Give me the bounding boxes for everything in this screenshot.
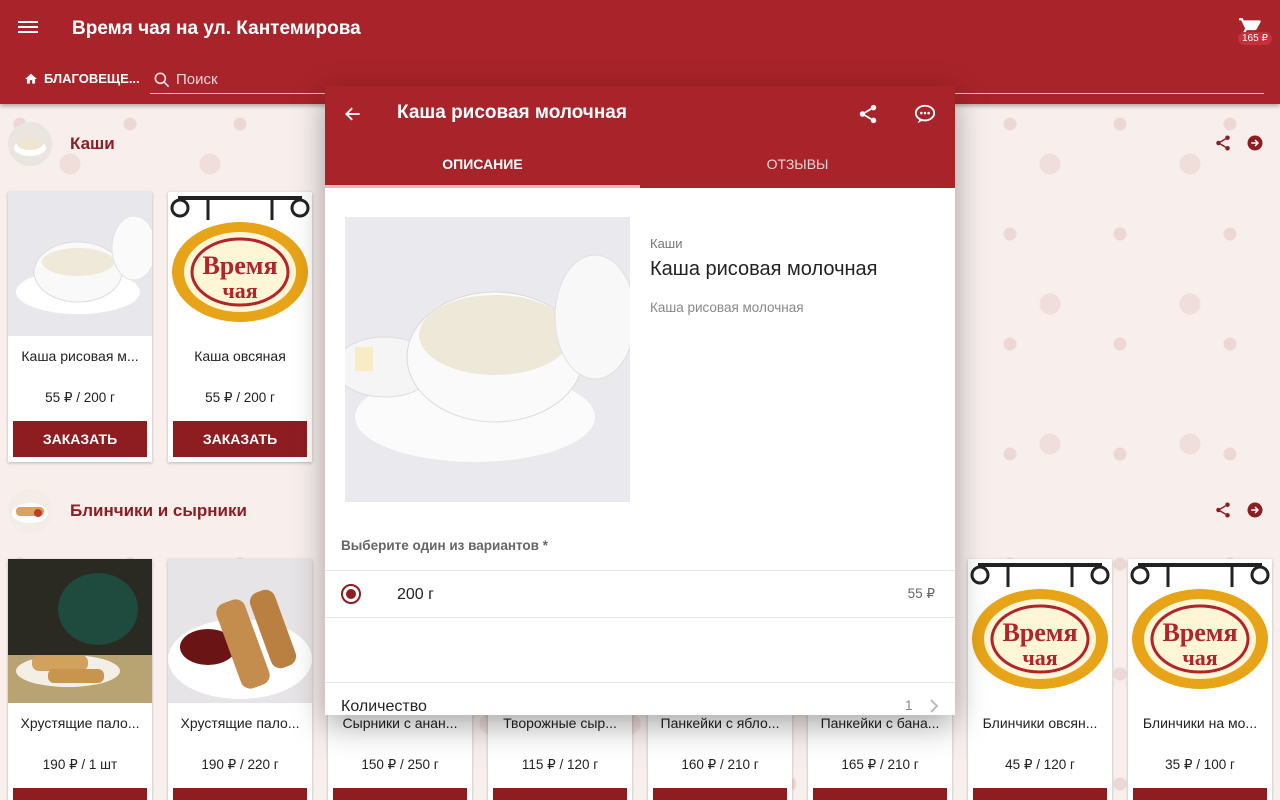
quantity-value[interactable]: 1	[905, 698, 913, 713]
order-button[interactable]	[813, 788, 947, 800]
chevron-right-icon[interactable]	[929, 698, 939, 714]
divider	[325, 617, 955, 618]
porridge-bowl-image	[8, 192, 152, 336]
share-icon[interactable]	[857, 103, 879, 125]
product-name: Каша рисовая м...	[21, 348, 139, 364]
product-dialog: Каша рисовая молочная ОПИСАНИЕ ОТЗЫВЫ Ка…	[325, 86, 955, 715]
product-price: 45 ₽ / 120 г	[1005, 757, 1075, 772]
product-name: Панкейки с ябло...	[660, 715, 780, 731]
product-description: Каша рисовая молочная	[650, 300, 804, 315]
arrow-forward-icon[interactable]	[1246, 501, 1264, 519]
share-icon[interactable]	[1214, 134, 1232, 152]
product-category: Каши	[650, 236, 683, 251]
back-arrow-icon[interactable]	[343, 104, 363, 124]
home-icon	[25, 73, 37, 84]
product-price: 55 ₽ / 200 г	[45, 390, 115, 405]
vremya-chaya-logo-image: Время чая	[1128, 559, 1272, 703]
reviews-chat-icon[interactable]	[913, 103, 937, 125]
logo-line-2: чая	[222, 278, 257, 303]
product-name: Блинчики на мо...	[1142, 715, 1258, 731]
section-thumbnail	[8, 122, 52, 166]
crispy-rolls-beans-image	[168, 559, 312, 703]
location-button[interactable]: БЛАГОВЕЩЕ...	[24, 71, 140, 86]
logo-line-2: чая	[1022, 645, 1057, 670]
product-photo	[345, 217, 630, 502]
dialog-header: Каша рисовая молочная ОПИСАНИЕ ОТЗЫВЫ	[325, 86, 955, 188]
order-button[interactable]	[973, 788, 1107, 800]
order-button[interactable]	[333, 788, 467, 800]
section-title: Блинчики и сырники	[70, 501, 247, 520]
dialog-title: Каша рисовая молочная	[397, 102, 627, 123]
divider	[325, 682, 955, 683]
order-button[interactable]	[1133, 788, 1267, 800]
variant-prompt: Выберите один из вариантов *	[341, 538, 548, 553]
tab-description[interactable]: ОПИСАНИЕ	[325, 156, 640, 172]
order-button[interactable]	[173, 788, 307, 800]
share-icon[interactable]	[1214, 501, 1232, 519]
product-card[interactable]: Время чая Блинчики на мо... 35 ₽ / 100 г	[1128, 559, 1272, 800]
vremya-chaya-logo-image: Время чая	[168, 192, 312, 336]
cart-total-badge: 165 ₽	[1238, 32, 1272, 45]
product-name: Хрустящие пало...	[20, 715, 140, 731]
logo-line-2: чая	[1182, 645, 1217, 670]
order-button[interactable]	[493, 788, 627, 800]
vremya-chaya-logo-image: Время чая	[968, 559, 1112, 703]
product-name: Творожные сыр...	[503, 715, 617, 731]
order-button[interactable]: ЗАКАЗАТЬ	[13, 421, 147, 457]
product-card[interactable]: Хрустящие пало... 190 ₽ / 1 шт	[8, 559, 152, 800]
order-button[interactable]	[653, 788, 787, 800]
logo-line-1: Время	[202, 251, 277, 280]
product-price: 165 ₽ / 210 г	[841, 757, 919, 772]
order-button[interactable]	[13, 788, 147, 800]
quantity-label: Количество	[341, 698, 427, 715]
product-price: 55 ₽ / 200 г	[205, 390, 275, 405]
product-price: 190 ₽ / 1 шт	[42, 757, 118, 772]
product-price: 150 ₽ / 250 г	[361, 757, 439, 772]
product-price: 35 ₽ / 100 г	[1165, 757, 1235, 772]
product-name: Сырники с анан...	[342, 715, 458, 731]
product-name: Блинчики овсян...	[982, 715, 1098, 731]
search-icon	[154, 71, 170, 87]
product-price: 115 ₽ / 120 г	[521, 757, 599, 772]
variant-radio[interactable]	[341, 584, 361, 604]
divider	[325, 570, 955, 571]
section-title: Каши	[70, 134, 115, 153]
product-name: Каша овсяная	[194, 348, 286, 364]
product-card[interactable]: Каша рисовая м... 55 ₽ / 200 г ЗАКАЗАТЬ	[8, 192, 152, 462]
section-thumbnail	[8, 489, 52, 533]
product-name: Панкейки с бана...	[820, 715, 940, 731]
logo-line-1: Время	[1002, 618, 1077, 647]
variant-price: 55 ₽	[907, 586, 935, 601]
variant-name: 200 г	[397, 586, 434, 603]
product-name: Хрустящие пало...	[180, 715, 300, 731]
product-price: 160 ₽ / 210 г	[681, 757, 759, 772]
active-tab-indicator	[325, 185, 640, 188]
order-button[interactable]: ЗАКАЗАТЬ	[173, 421, 307, 457]
logo-line-1: Время	[1162, 618, 1237, 647]
product-name-heading: Каша рисовая молочная	[650, 258, 878, 280]
crispy-rolls-tea-image	[8, 559, 152, 703]
app-title: Время чая на ул. Кантемирова	[72, 18, 361, 39]
menu-icon[interactable]	[18, 18, 38, 38]
product-card[interactable]: Хрустящие пало... 190 ₽ / 220 г	[168, 559, 312, 800]
product-card[interactable]: Время чая Блинчики овсян... 45 ₽ / 120 г	[968, 559, 1112, 800]
location-label: БЛАГОВЕЩЕ...	[44, 71, 140, 86]
product-card[interactable]: Время чая Каша овсяная 55 ₽ / 200 г ЗАКА…	[168, 192, 312, 462]
tab-reviews[interactable]: ОТЗЫВЫ	[640, 156, 955, 172]
product-price: 190 ₽ / 220 г	[201, 757, 279, 772]
arrow-forward-icon[interactable]	[1246, 134, 1264, 152]
